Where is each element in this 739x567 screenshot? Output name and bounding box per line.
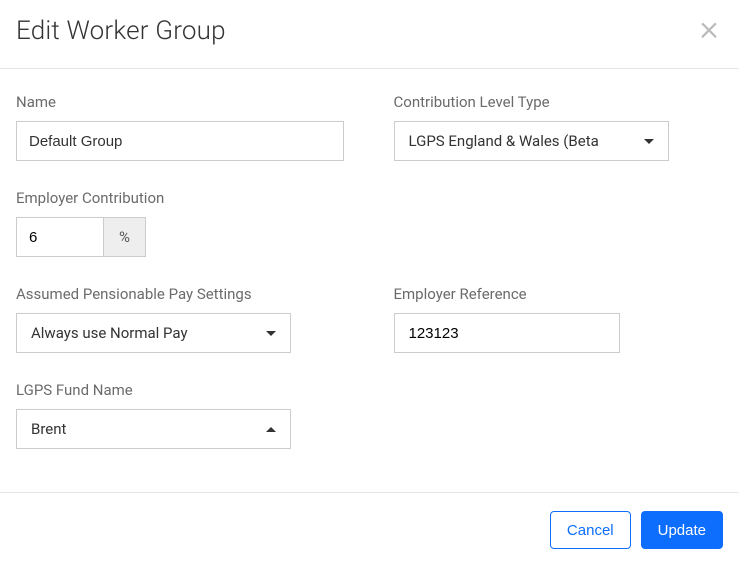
cancel-button[interactable]: Cancel (550, 511, 631, 549)
employer-contribution-group: % (16, 217, 146, 257)
assumed-pensionable-select[interactable]: Always use Normal Pay (16, 313, 291, 353)
chevron-down-icon (644, 139, 654, 144)
assumed-pensionable-label: Assumed Pensionable Pay Settings (16, 285, 346, 303)
lgps-fund-name-label: LGPS Fund Name (16, 381, 358, 399)
name-label: Name (16, 93, 346, 111)
employer-reference-label: Employer Reference (394, 285, 724, 303)
percent-addon: % (104, 217, 146, 257)
contribution-level-type-label: Contribution Level Type (394, 93, 724, 111)
contribution-level-type-value: LGPS England & Wales (Beta (409, 132, 599, 150)
contribution-level-type-select[interactable]: LGPS England & Wales (Beta (394, 121, 669, 161)
modal-footer: Cancel Update (0, 492, 739, 567)
update-button[interactable]: Update (641, 511, 723, 549)
assumed-pensionable-value: Always use Normal Pay (31, 324, 188, 342)
modal-body: Name Contribution Level Type LGPS Englan… (0, 69, 739, 481)
close-button[interactable] (697, 16, 721, 42)
name-input[interactable] (16, 121, 344, 161)
lgps-fund-name-value: Brent (31, 420, 66, 438)
employer-contribution-input[interactable] (16, 217, 104, 257)
modal-title: Edit Worker Group (16, 16, 226, 46)
lgps-fund-name-select[interactable]: Brent (16, 409, 291, 449)
chevron-down-icon (266, 331, 276, 336)
chevron-up-icon (266, 427, 276, 432)
employer-contribution-label: Employer Contribution (16, 189, 358, 207)
modal-header: Edit Worker Group (0, 0, 739, 69)
employer-reference-input[interactable] (394, 313, 620, 353)
close-icon (697, 18, 721, 42)
